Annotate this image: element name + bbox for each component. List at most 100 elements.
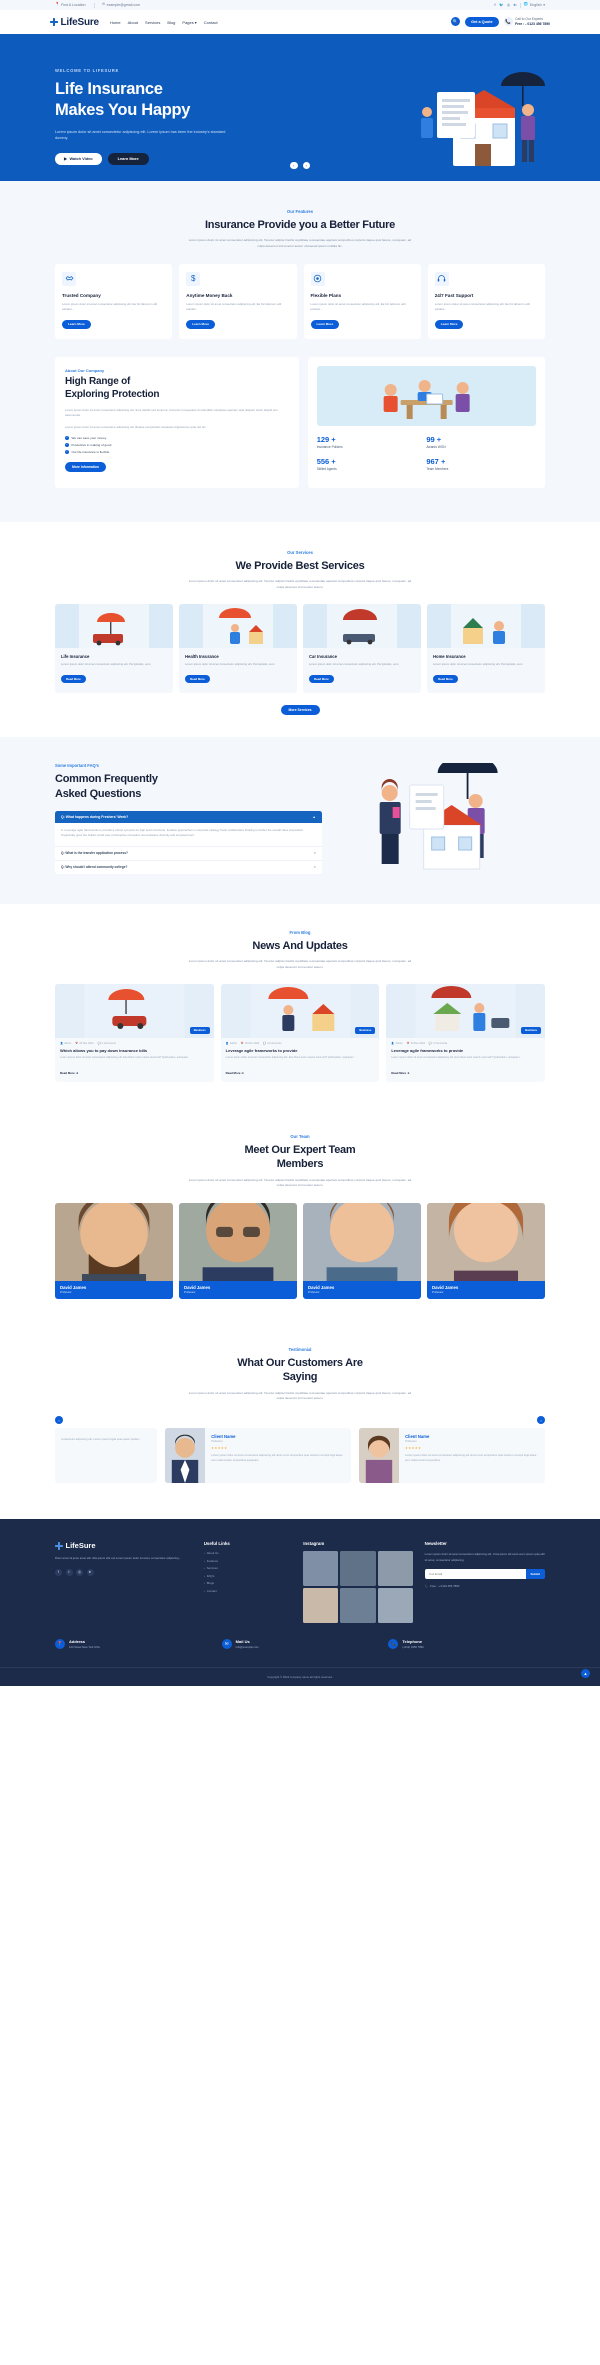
team-member-card[interactable]: David James Professor [303,1202,421,1299]
testimonial-prev-icon[interactable]: ‹ [55,1416,63,1425]
nav-item-blog[interactable]: Blog [167,20,175,25]
feature-card[interactable]: Trusted Company Lorem ipsum dolor sit am… [55,263,173,340]
facebook-icon[interactable]: f [494,3,495,7]
more-information-button[interactable]: More Information [65,461,106,472]
feature-card[interactable]: $ Anytime Money Back Lorem ipsum dolor s… [179,263,297,340]
footer-logo[interactable]: LifeSure [55,1541,192,1550]
nav-item-contact[interactable]: Contact [204,20,218,25]
footer-newsletter-heading: Newsletter [424,1541,447,1547]
about-illustration [316,366,536,427]
twitter-icon[interactable]: t [65,1568,73,1576]
feature-card[interactable]: Flexible Plans Lorem ipsum dolor sit ame… [303,263,421,340]
blog-post-card[interactable]: Business 👤 Admin 📅 20 Dec 2024 💬 0 Comments… [386,983,546,1082]
hero-learn-more-button[interactable]: Learn More [107,152,149,165]
faq-question-closed[interactable]: Q: What is the transfer application proc… [55,845,322,860]
call-experts[interactable]: 📞 Call to Our Experts Free : - 0123 456 … [503,17,550,27]
footer-link[interactable]: › Contact [204,1589,292,1593]
service-read-more-button[interactable]: Read More [309,674,334,684]
team-member-card[interactable]: David James Professor [55,1202,173,1299]
team-member-role: Professor [308,1290,320,1294]
linkedin-icon[interactable]: in [514,3,517,7]
service-illustration [179,603,297,648]
blog-author: 👤 Admin [225,1041,237,1045]
service-card[interactable]: Health Insurance Lorem ipsum dolor sit a… [179,603,297,693]
feature-learn-more-button[interactable]: Learn More [310,319,340,329]
instagram-thumb[interactable] [340,1588,376,1624]
instagram-thumb[interactable] [303,1551,339,1587]
nav-item-pages[interactable]: Pages ▾ [182,20,196,25]
location-pin-icon: 📍 [55,2,60,7]
carousel-prev-icon[interactable]: ‹ [290,161,298,169]
feature-card-list: Trusted Company Lorem ipsum dolor sit am… [55,263,545,340]
search-icon[interactable]: 🔍 [451,17,461,27]
footer-contact-number: 📞 Free : + 0123 456 7890 [424,1584,460,1589]
language-selector[interactable]: 🌐 English ▾ [524,3,545,7]
topbar-location[interactable]: 📍 Find A Location [55,3,86,7]
blog-post-card[interactable]: Business 👤 Admin 📅 20 Dec 2024 💬 0 Comments… [55,983,214,1082]
faq-question-label: Q: What happens during Freshers' Week? [61,814,129,819]
service-card[interactable]: Life Insurance Lorem ipsum dolor sit ame… [55,603,173,693]
twitter-icon[interactable]: 🐦 [499,3,503,7]
faq-question-closed[interactable]: Q: Why should I attend community college… [55,859,322,874]
topbar-email[interactable]: ✉ example@gmail.com [102,3,140,7]
instagram-icon[interactable]: ◎ [507,3,510,7]
testimonial-card[interactable]: Client Name Professor ★★★★★ Lorem ipsum … [165,1428,352,1484]
more-services-button[interactable]: More Services [280,704,320,716]
footer-link[interactable]: › FAQ's [204,1574,292,1578]
feature-learn-more-button[interactable]: Learn More [434,319,464,329]
testimonial-card-partial[interactable]: consectetur adipiscing elit. Lorem ipsum… [55,1428,158,1484]
feature-card[interactable]: 24/7 Fast Support Lorem ipsum dolor sit … [427,263,545,340]
team-member-card[interactable]: David James Professor [427,1202,545,1299]
feature-learn-more-button[interactable]: Learn More [186,319,215,329]
call-number: Free : - 0123 456 7890 [515,21,550,26]
service-card[interactable]: Car Insurance Lorem ipsum dolor sit amet… [303,603,421,693]
features-kicker: Our Features [286,209,314,214]
blog-post-card[interactable]: Business 👤 Admin 📅 20 Dec 2024 💬 0 Comments… [220,983,380,1082]
blog-read-more-link[interactable]: Read More ➜ [60,1071,78,1075]
instagram-thumb[interactable] [303,1588,339,1624]
service-card[interactable]: Home Insurance Lorem ipsum dolor sit ame… [427,603,545,693]
nav-item-services[interactable]: Services [145,20,160,25]
brand-logo[interactable]: LifeSure [50,17,99,28]
site-footer: LifeSure Dolor amet sit justo amet elitr… [0,1519,600,1686]
instagram-thumb[interactable] [377,1551,413,1587]
instagram-thumb[interactable] [377,1588,413,1624]
facebook-icon[interactable]: f [55,1568,62,1576]
footer-link[interactable]: › About Us [204,1551,292,1555]
service-illustration [427,603,545,648]
instagram-thumb[interactable] [340,1551,376,1587]
footer-link[interactable]: › Blogs [204,1581,292,1585]
service-read-more-button[interactable]: Read More [433,674,458,684]
service-read-more-button[interactable]: Read More [61,674,86,684]
topbar-email-label: example@gmail.com [106,3,141,7]
team-title: Meet Our Expert Team Members [55,1143,545,1172]
footer-link[interactable]: › Features [204,1559,292,1563]
nav-item-about[interactable]: About [128,20,138,25]
about-title-line1: High Range of [65,376,131,388]
newsletter-submit-button[interactable]: Submit [525,1569,545,1580]
newsletter-email-input[interactable] [424,1569,526,1580]
blog-read-more-link[interactable]: Read More ➜ [226,1071,244,1075]
team-member-card[interactable]: David James Professor [179,1202,297,1299]
blog-post-desc: Lorem ipsum dolor sit amet consectetur a… [391,1056,521,1060]
footer-link[interactable]: › Services [204,1566,292,1570]
feature-learn-more-button[interactable]: Learn More [62,319,91,329]
service-read-more-button[interactable]: Read More [185,674,210,684]
testimonial-next-icon[interactable]: › [537,1416,545,1425]
instagram-icon[interactable]: ◎ [76,1568,83,1576]
check-icon: ✓ [65,442,69,447]
blog-read-more-link[interactable]: Read More ➜ [391,1071,409,1075]
footer-copyright: Copyright © 2024 company name all rights… [0,1666,600,1686]
topbar-divider-2 [519,2,521,8]
watch-video-button[interactable]: ▶ Watch Video [55,152,102,165]
team-member-role: Professor [432,1290,444,1294]
nav-item-home[interactable]: Home [110,20,121,25]
get-a-quote-button[interactable]: Get a Quote [465,17,499,27]
testimonial-card[interactable]: Client Name Professor ★★★★★ Lorem ipsum … [359,1428,545,1484]
chevron-right-icon: › [203,1581,205,1586]
linkedin-icon[interactable]: in [86,1568,94,1576]
faq-question-open[interactable]: Q: What happens during Freshers' Week? ▲ [55,810,322,823]
chevron-down-icon: ▾ [314,851,316,856]
scroll-to-top-icon[interactable]: ▲ [581,1668,590,1678]
carousel-next-icon[interactable]: › [302,161,310,169]
